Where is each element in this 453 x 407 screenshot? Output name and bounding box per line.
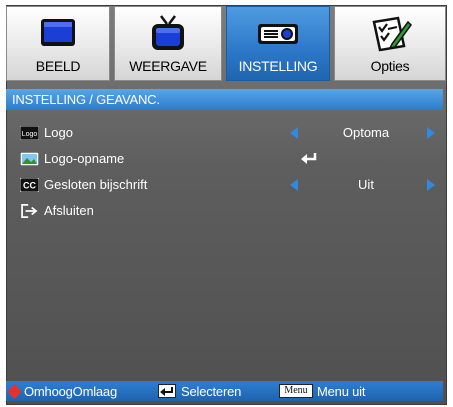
arrow-right-icon[interactable] (427, 179, 435, 191)
enter-icon[interactable] (300, 151, 318, 165)
arrow-right-icon[interactable] (427, 127, 435, 139)
tab-label: INSTELLING (238, 58, 318, 74)
tv-icon (152, 15, 184, 50)
menu-key-icon: Menu (279, 384, 313, 398)
up-down-arrows-icon (8, 384, 21, 399)
row-label: Logo (44, 125, 73, 140)
exit-icon (21, 204, 38, 218)
logo-badge-text: Logo (22, 131, 38, 138)
arrow-left-icon[interactable] (290, 127, 298, 139)
tab-instelling[interactable]: INSTELLING (226, 6, 330, 81)
tab-label: BEELD (35, 58, 81, 74)
menu-row-gesloten-bijschrift[interactable]: CC Gesloten bijschrift Uit (6, 173, 443, 197)
checklist-icon (372, 16, 412, 52)
cc-icon: CC (20, 178, 39, 192)
logo-icon: Logo (20, 126, 39, 140)
menu-row-afsluiten[interactable]: Afsluiten (6, 199, 443, 223)
row-value: Optoma (342, 125, 390, 140)
breadcrumb-bar: INSTELLING / GEAVANC. (6, 89, 443, 110)
row-value: Uit (358, 177, 374, 192)
tab-label: Opties (370, 58, 410, 74)
row-label: Afsluiten (44, 203, 94, 218)
row-label: Logo-opname (44, 151, 125, 166)
settings-panel: INSTELLING / GEAVANC. Logo Logo Optoma L… (6, 86, 443, 378)
monitor-icon (41, 19, 75, 46)
tab-opties[interactable]: Opties (334, 6, 446, 81)
cc-badge-text: CC (23, 181, 36, 191)
menu-row-logo[interactable]: Logo Logo Optoma (6, 121, 443, 145)
arrow-left-icon[interactable] (290, 179, 298, 191)
menu-row-logo-opname[interactable]: Logo-opname (6, 147, 443, 171)
projector-icon (258, 24, 298, 44)
row-label: Gesloten bijschrift (44, 177, 148, 192)
footer-select-label: Selecteren (181, 384, 242, 399)
tab-bar: BEELD WEERGAVE INSTELLING Opties (6, 6, 446, 81)
footer-help-bar: OmhoogOmlaag Selecteren Menu Menu uit (6, 381, 443, 401)
tab-label: WEERGAVE (129, 58, 207, 74)
footer-updown-label: OmhoogOmlaag (24, 384, 117, 399)
tab-beeld[interactable]: BEELD (6, 6, 110, 81)
enter-key-icon (158, 384, 176, 398)
footer-menu-label: Menu uit (317, 384, 366, 399)
tab-weergave[interactable]: WEERGAVE (114, 6, 222, 81)
image-capture-icon (20, 152, 39, 166)
breadcrumb: INSTELLING / GEAVANC. (12, 92, 160, 107)
